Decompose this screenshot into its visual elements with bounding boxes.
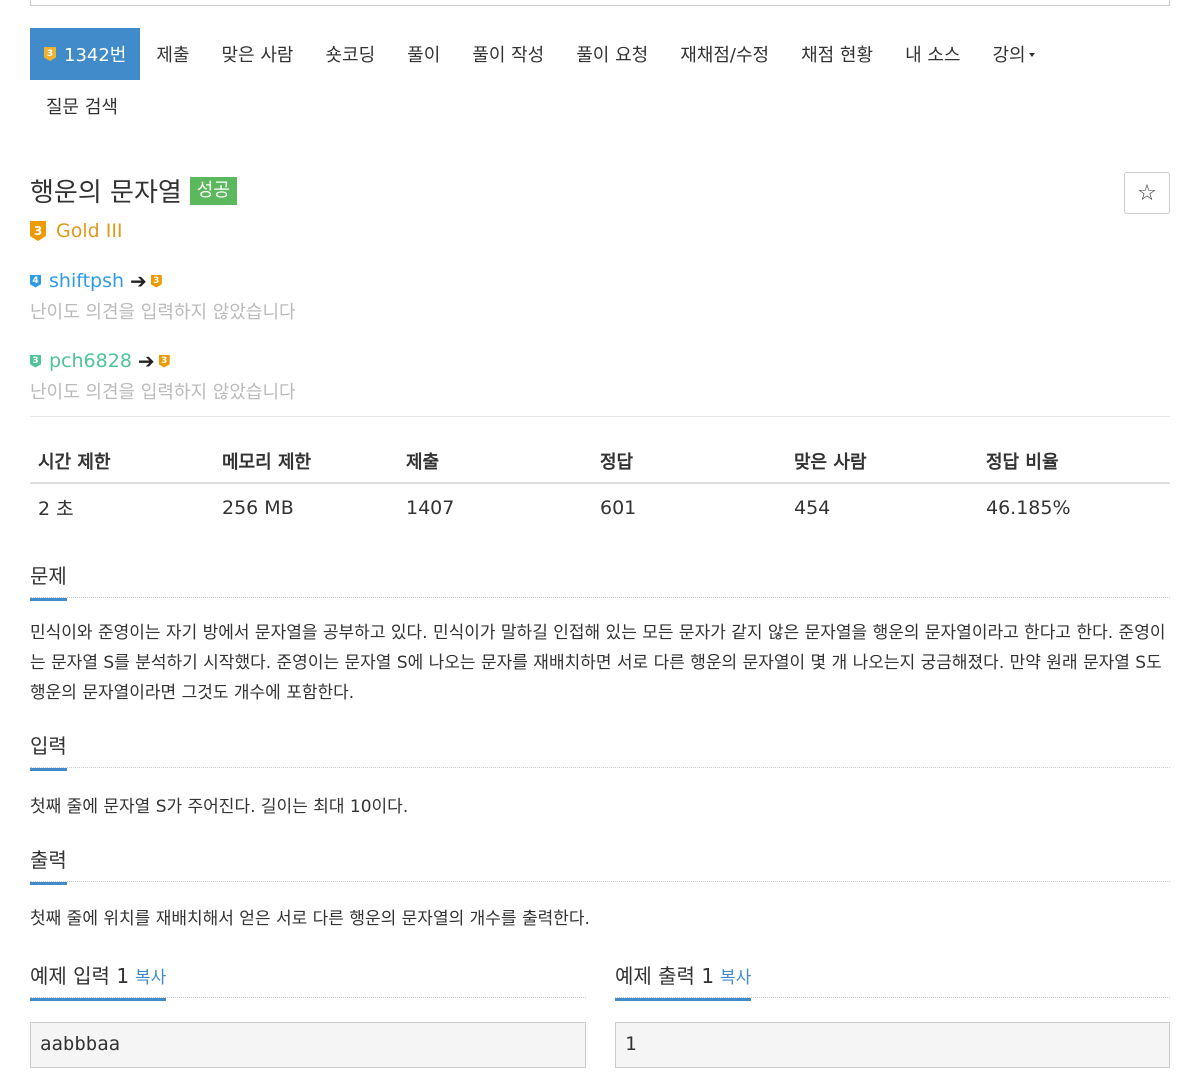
- problem-text: 민식이와 준영이는 자기 방에서 문자열을 공부하고 있다. 민식이가 말하길 …: [30, 623, 1166, 703]
- difficulty-opinion: 4 shiftpsh ➔ 3 난이도 의견을 입력하지 않았습니다: [30, 268, 296, 324]
- tab-accepted-users[interactable]: 맞은 사람: [206, 28, 310, 80]
- output-text: 첫째 줄에 위치를 재배치해서 얻은 서로 다른 행운의 문자열의 개수를 출력…: [30, 909, 590, 929]
- tier-label: Gold III: [56, 220, 123, 242]
- status-badge: 성공: [189, 176, 237, 205]
- tab-short-coding[interactable]: 숏코딩: [309, 28, 391, 80]
- sample-input-section: 예제 입력 1 복사: [30, 960, 586, 1001]
- header-solved-users: 맞은 사람: [786, 440, 978, 484]
- sample-input-title: 예제 입력 1: [30, 964, 130, 988]
- dotted-divider: [30, 767, 1170, 768]
- problem-description-section: 문제 민식이와 준영이는 자기 방에서 문자열을 공부하고 있다. 민식이가 말…: [30, 560, 1170, 708]
- opinion-note: 난이도 의견을 입력하지 않았습니다: [30, 302, 296, 323]
- chevron-down-icon: [1028, 53, 1035, 57]
- tab-lectures[interactable]: 강의: [976, 28, 1050, 80]
- tab-submit[interactable]: 제출: [140, 28, 205, 80]
- header-accepted: 정답: [592, 440, 786, 484]
- dotted-divider: [30, 997, 586, 998]
- section-title: 예제 입력 1 복사: [30, 960, 167, 1001]
- difficulty-opinion: 3 pch6828 ➔ 3 난이도 의견을 입력하지 않았습니다: [30, 348, 296, 404]
- header-accept-ratio: 정답 비율: [978, 440, 1170, 484]
- opinion-user-link[interactable]: shiftpsh: [49, 270, 124, 292]
- output-section: 출력 첫째 줄에 위치를 재배치해서 얻은 서로 다른 행운의 문자열의 개수를…: [30, 844, 1170, 934]
- accepted-value: 601: [600, 496, 637, 519]
- sample-output-section: 예제 출력 1 복사: [615, 960, 1170, 1001]
- tab-lectures-label: 강의: [992, 45, 1026, 66]
- tier-icon: 3: [30, 221, 46, 241]
- accept-ratio-value: 46.185%: [986, 496, 1071, 519]
- user-tier-icon: 4: [30, 274, 41, 288]
- table-row: 2 초 256 MB 1407 601 454 46.185%: [30, 483, 1170, 531]
- opinion-user-link[interactable]: pch6828: [49, 350, 132, 372]
- tab-problem-label: 1342번: [64, 45, 127, 66]
- dotted-divider: [30, 881, 1170, 882]
- time-limit-value: 2 초: [38, 498, 74, 520]
- header-submissions: 제출: [398, 440, 592, 484]
- page-title: 행운의 문자열: [30, 178, 182, 208]
- favorite-star-button[interactable]: ☆: [1124, 172, 1170, 214]
- tab-my-source[interactable]: 내 소스: [889, 28, 976, 80]
- copy-input-link[interactable]: 복사: [135, 968, 166, 988]
- section-title: 입력: [30, 730, 67, 771]
- star-icon: ☆: [1137, 180, 1157, 206]
- divider: [30, 416, 1170, 417]
- section-title: 문제: [30, 560, 67, 601]
- tab-rejudge[interactable]: 재채점/수정: [664, 28, 785, 80]
- tab-write-solution[interactable]: 풀이 작성: [456, 28, 560, 80]
- submissions-value: 1407: [406, 496, 455, 519]
- tab-problem[interactable]: 3 1342번: [30, 28, 141, 80]
- problem-info-table: 시간 제한 메모리 제한 제출 정답 맞은 사람 정답 비율 2 초 256 M…: [30, 440, 1170, 531]
- copy-output-link[interactable]: 복사: [720, 968, 751, 988]
- tab-judge-status[interactable]: 채점 현황: [785, 28, 889, 80]
- arrow-right-icon: ➔: [130, 269, 147, 293]
- problem-menu: 3 1342번 제출 맞은 사람 숏코딩 풀이 풀이 작성 풀이 요청 재채점/…: [30, 28, 1170, 132]
- problem-tier: 3 Gold III: [30, 220, 123, 242]
- header-time-limit: 시간 제한: [30, 440, 214, 484]
- voted-tier-icon: 3: [158, 354, 170, 368]
- sample-output-title: 예제 출력 1: [615, 964, 715, 988]
- solved-users-value: 454: [794, 496, 831, 519]
- tier-badge-icon: 3: [44, 47, 56, 61]
- voted-tier-icon: 3: [150, 274, 162, 288]
- tab-solutions[interactable]: 풀이: [391, 28, 456, 80]
- dotted-divider: [615, 997, 1170, 998]
- problem-header: 행운의 문자열 성공: [30, 172, 237, 209]
- input-text: 첫째 줄에 문자열 S가 주어진다. 길이는 최대 10이다.: [30, 797, 409, 817]
- dotted-divider: [30, 597, 1170, 598]
- header-memory-limit: 메모리 제한: [214, 440, 398, 484]
- user-tier-icon: 3: [30, 354, 41, 368]
- input-section: 입력 첫째 줄에 문자열 S가 주어진다. 길이는 최대 10이다.: [30, 730, 1170, 822]
- opinion-note: 난이도 의견을 입력하지 않았습니다: [30, 382, 296, 403]
- memory-limit-value: 256 MB: [222, 496, 294, 519]
- tab-request-solution[interactable]: 풀이 요청: [560, 28, 664, 80]
- previous-section-edge: [30, 0, 1170, 6]
- arrow-right-icon: ➔: [137, 349, 155, 373]
- tab-question-search[interactable]: 질문 검색: [30, 80, 134, 132]
- table-header-row: 시간 제한 메모리 제한 제출 정답 맞은 사람 정답 비율: [30, 440, 1170, 484]
- sample-input-box[interactable]: aabbbaa: [30, 1022, 586, 1068]
- section-title: 예제 출력 1 복사: [615, 960, 752, 1001]
- section-title: 출력: [30, 844, 67, 885]
- sample-output-box[interactable]: 1: [615, 1022, 1170, 1068]
